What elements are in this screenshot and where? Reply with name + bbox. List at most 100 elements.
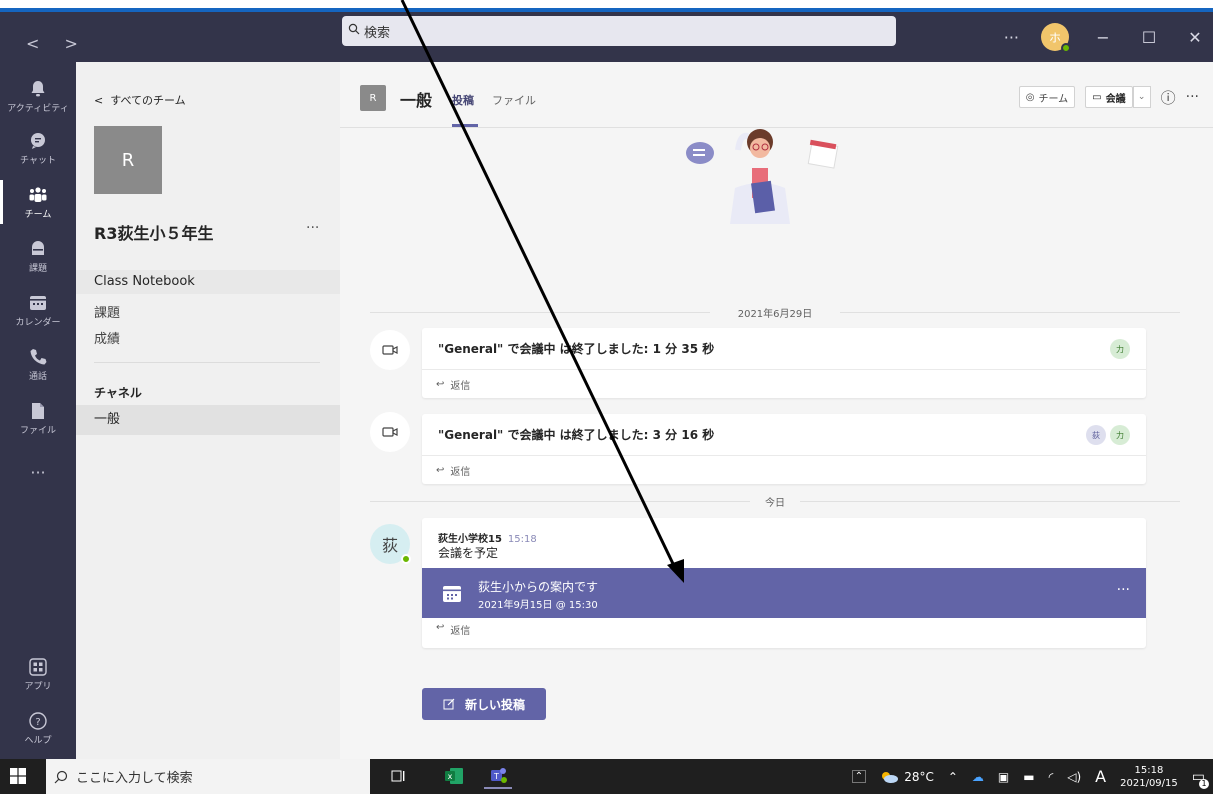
reply-label: 返信	[450, 380, 471, 392]
compose-icon	[443, 698, 455, 710]
weather-widget[interactable]: 28°C	[880, 770, 934, 784]
maximize-button[interactable]: ☐	[1137, 28, 1161, 47]
volume-icon[interactable]: ◁)	[1067, 770, 1081, 784]
channel-title: 一般	[400, 91, 433, 110]
show-hidden-icons-icon[interactable]: ⌃	[948, 770, 958, 784]
welcome-illustration	[686, 129, 839, 224]
search-icon	[54, 770, 68, 783]
assignments-link[interactable]: 課題	[94, 302, 120, 321]
meet-button[interactable]: ▭ 会議	[1085, 86, 1133, 108]
meet-label: 会議	[1105, 93, 1126, 105]
task-view-icon[interactable]	[384, 763, 412, 789]
rail-files[interactable]: ファイル	[0, 392, 76, 444]
post-message: 会議を予定	[438, 546, 499, 560]
rail-activity[interactable]: アクティビティ	[0, 70, 76, 122]
more-icon: ···	[30, 462, 46, 482]
teams-taskbar-icon[interactable]: T	[484, 763, 512, 789]
cloud-sun-icon	[882, 771, 899, 783]
minimize-button[interactable]: −	[1091, 28, 1115, 47]
meeting-invite-card[interactable]: 荻生小からの案内です 2021年9月15日 @ 15:30 ···	[422, 568, 1146, 618]
meet-split-button: ▭ 会議 ⌄	[1085, 86, 1151, 108]
date-separator: 2021年6月29日	[370, 305, 1180, 320]
rail-assignments[interactable]: 課題	[0, 230, 76, 282]
search-icon	[348, 23, 360, 39]
team-view-label: チーム	[1038, 93, 1069, 105]
rail-chat-label: チャット	[20, 155, 56, 166]
rail-help[interactable]: ? ヘルプ	[0, 702, 76, 754]
presence-available-icon	[401, 554, 411, 564]
rail-more[interactable]: ···	[0, 446, 76, 498]
svg-text:T: T	[493, 772, 499, 781]
tab-files[interactable]: ファイル	[492, 92, 536, 108]
battery-icon[interactable]: ▬	[1023, 770, 1034, 784]
ime-indicator[interactable]: A	[1095, 767, 1106, 786]
reply-label: 返信	[450, 626, 471, 637]
participant-avatar: 力	[1110, 425, 1130, 445]
chevron-up-icon[interactable]: ⌃	[851, 770, 867, 783]
all-teams-back-link[interactable]: < すべてのチーム	[94, 92, 186, 108]
info-button[interactable]: ⓘ	[1161, 87, 1176, 108]
meeting-card-more-button[interactable]: ···	[1117, 582, 1130, 598]
reply-label: 返信	[450, 466, 471, 478]
taskbar-clock[interactable]: 15:18 2021/09/15	[1120, 764, 1178, 790]
notification-center-icon[interactable]: ▭ 1	[1192, 769, 1209, 789]
participant-avatar: 力	[1110, 339, 1130, 359]
class-notebook-link[interactable]: Class Notebook	[76, 270, 340, 294]
grades-link[interactable]: 成績	[94, 328, 120, 347]
excel-icon[interactable]: x	[440, 763, 468, 789]
rail-apps-label: アプリ	[24, 681, 52, 692]
reply-button[interactable]: ↩ 返信	[422, 456, 1146, 484]
team-more-button[interactable]: ···	[306, 220, 319, 236]
close-button[interactable]: ✕	[1183, 28, 1207, 47]
channel-header: R 一般 投稿 ファイル ◎ チーム ▭ 会議 ⌄ ⓘ ···	[340, 62, 1213, 128]
author-avatar[interactable]: 荻	[370, 524, 411, 564]
team-pane-divider	[94, 362, 320, 363]
reply-button[interactable]: ↩ 返信	[422, 370, 1146, 398]
profile-avatar[interactable]: ホ	[1041, 23, 1071, 53]
rail-calendar[interactable]: カレンダー	[0, 284, 76, 336]
calendar-icon	[30, 295, 46, 310]
team-avatar: R	[94, 126, 162, 194]
titlebar-more-button[interactable]: ···	[1004, 28, 1019, 47]
eye-icon: ◎	[1025, 91, 1035, 103]
search-input[interactable]: 検索	[342, 16, 896, 46]
post-meta: 荻生小学校15 15:18	[438, 530, 537, 545]
svg-text:x: x	[448, 772, 453, 781]
titlebar-right: ··· ホ − ☐ ✕	[1004, 12, 1213, 62]
meet-dropdown-button[interactable]: ⌄	[1132, 86, 1151, 108]
history-nav[interactable]: < >	[26, 34, 88, 53]
onedrive-icon[interactable]: ☁	[972, 770, 984, 784]
new-post-button[interactable]: 新しい投稿	[422, 688, 546, 720]
reply-arrow-icon: ↩	[436, 622, 445, 633]
rail-assignments-label: 課題	[28, 263, 47, 274]
apps-icon	[29, 657, 47, 676]
meeting-post: 荻生小学校15 15:18 会議を予定 荻生小からの案内です 2021年9月15日…	[422, 518, 1146, 648]
meeting-ended-icon	[370, 330, 410, 370]
notification-count: 1	[1199, 778, 1209, 789]
header-more-button[interactable]: ···	[1186, 89, 1199, 105]
reply-arrow-icon: ↩	[436, 464, 445, 476]
rail-teams-label: チーム	[24, 209, 52, 220]
rail-apps[interactable]: アプリ	[0, 648, 76, 700]
svg-text:?: ?	[35, 717, 40, 728]
team-view-button[interactable]: ◎ チーム	[1018, 86, 1076, 108]
taskbar-search-input[interactable]: ここに入力して検索	[46, 759, 370, 794]
all-teams-label: すべてのチーム	[110, 94, 186, 107]
display-icon[interactable]: ▣	[998, 770, 1009, 784]
channel-general[interactable]: 一般	[76, 405, 340, 435]
participant-avatar: 荻	[1086, 425, 1106, 445]
rail-calls[interactable]: 通話	[0, 338, 76, 390]
tab-posts[interactable]: 投稿	[452, 92, 474, 108]
channel-team-badge: R	[360, 85, 386, 111]
wifi-icon[interactable]: ◜	[1049, 770, 1054, 784]
active-tab-indicator	[452, 124, 478, 127]
reply-button[interactable]: ↩ 返信	[436, 622, 470, 637]
reply-arrow-icon: ↩	[436, 378, 445, 390]
rail-chat[interactable]: チャット	[0, 122, 76, 174]
clock-time: 15:18	[1134, 764, 1164, 776]
windows-start-icon[interactable]	[10, 768, 26, 784]
channel-header-actions: ◎ チーム ▭ 会議 ⌄ ⓘ ···	[1018, 86, 1199, 108]
rail-teams[interactable]: チーム	[0, 176, 76, 228]
teams-icon	[29, 186, 47, 202]
file-icon	[32, 402, 44, 419]
